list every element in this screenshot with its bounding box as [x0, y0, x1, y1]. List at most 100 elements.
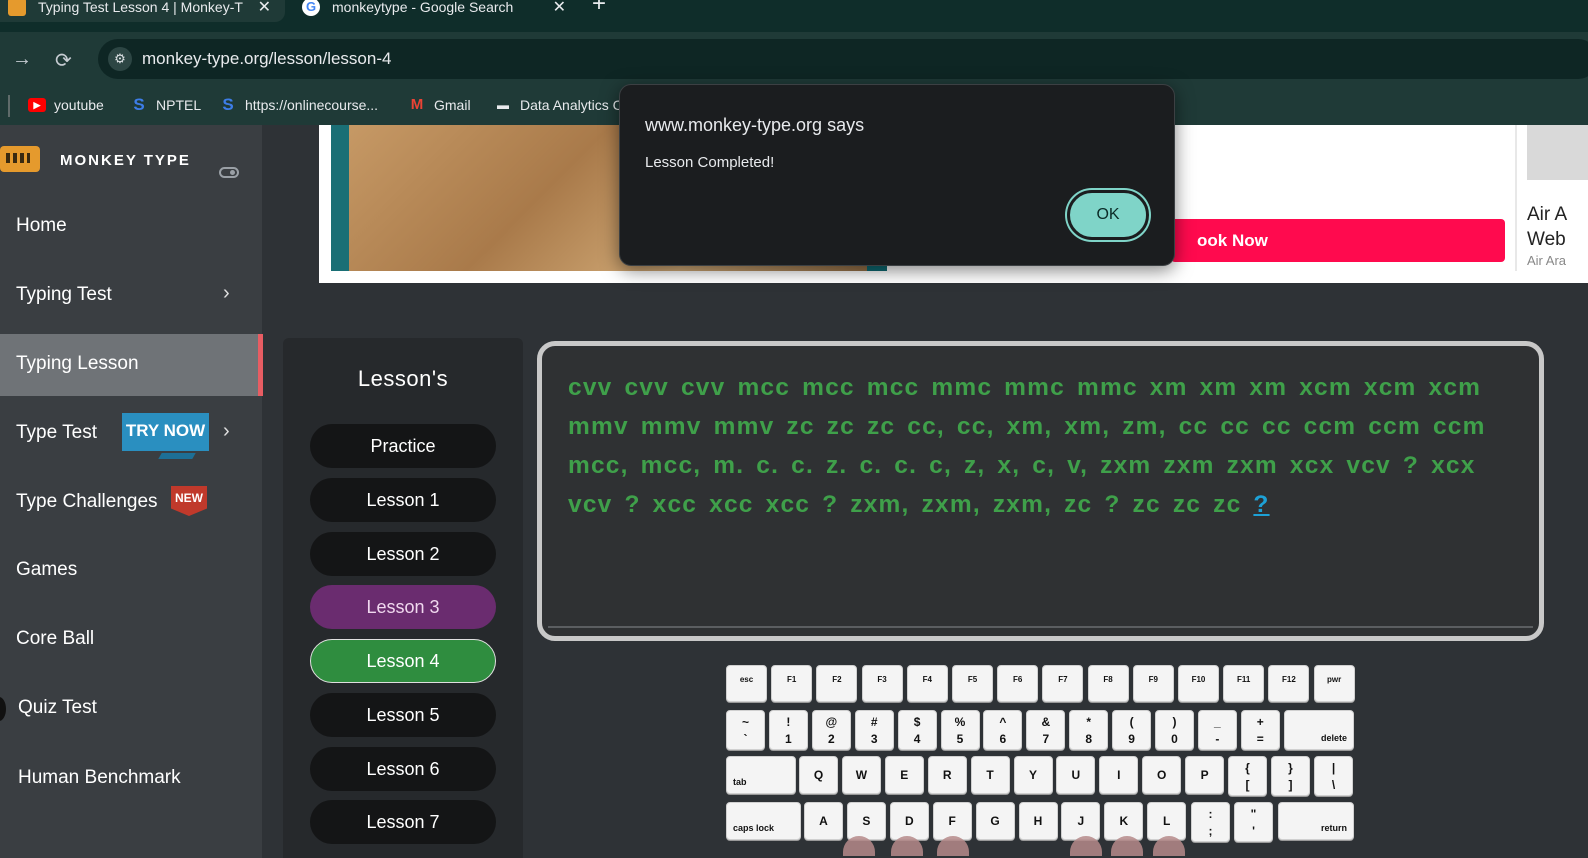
key-label: 0: [1171, 732, 1178, 746]
key-tab: tab: [726, 756, 796, 794]
theme-toggle-icon[interactable]: [219, 167, 239, 178]
sidebar-item-label: Core Ball: [16, 628, 95, 649]
key-f7: F7: [1042, 665, 1084, 702]
key-delete: delete: [1284, 710, 1354, 750]
key-label: #: [870, 715, 878, 729]
url-text: monkey-type.org/lesson/lesson-4: [142, 49, 392, 68]
lesson-button-practice[interactable]: Practice: [310, 424, 496, 468]
lesson-button-4[interactable]: Lesson 4: [310, 639, 496, 683]
sidebar-item-core-ball[interactable]: Core Ball: [0, 609, 260, 671]
key-label: 1: [785, 732, 792, 746]
key-label: F9: [1148, 675, 1158, 684]
key-label: \: [1331, 778, 1336, 792]
lesson-button-7[interactable]: Lesson 7: [310, 800, 496, 844]
swayam-icon: S: [133, 95, 145, 114]
reload-icon[interactable]: ⟳: [55, 48, 72, 73]
bookmark-nptel[interactable]: S NPTEL: [130, 95, 201, 114]
ad-book-now-button[interactable]: ook Now: [1171, 219, 1505, 262]
key-6: ^ 6: [983, 710, 1023, 750]
key-label: ]: [1288, 778, 1293, 792]
ok-button[interactable]: OK: [1067, 190, 1149, 240]
sidebar-item-label: Typing Test: [16, 284, 112, 305]
tab-strip: Typing Test Lesson 4 | Monkey-T ✕ G monk…: [0, 0, 1588, 32]
typing-text: cvv cvv cvv mcc mcc mcc mmc mmc mmc xm x…: [568, 368, 1523, 524]
key-label: F3: [877, 675, 887, 684]
sidebar-item-home[interactable]: Home: [0, 196, 260, 258]
key-e: E: [884, 756, 924, 794]
sidebar-item-typing-test[interactable]: Typing Test ›: [0, 265, 260, 327]
key-pwr: pwr: [1313, 665, 1355, 702]
close-icon[interactable]: ✕: [553, 0, 566, 17]
lesson-button-6[interactable]: Lesson 6: [310, 747, 496, 791]
key-label: W: [855, 768, 868, 782]
sidebar-item-type-challenges[interactable]: Type Challenges NEW: [0, 472, 260, 534]
keyboard-logo-icon[interactable]: [0, 146, 40, 172]
sidebar-item-label: Quiz Test: [18, 697, 97, 718]
lesson-button-5[interactable]: Lesson 5: [310, 693, 496, 737]
key-h: H: [1018, 802, 1058, 840]
key-label: 2: [827, 732, 835, 746]
sidebar-item-quiz-test[interactable]: Quiz Test: [0, 678, 260, 740]
key-label: F7: [1058, 675, 1068, 684]
sidebar-item-typing-lesson[interactable]: Typing Lesson: [0, 334, 263, 396]
key-label: F12: [1281, 675, 1296, 684]
bookmark-youtube[interactable]: ▶ youtube: [28, 97, 104, 113]
lesson-button-1[interactable]: Lesson 1: [310, 478, 496, 522]
key-f10: F10: [1178, 665, 1219, 702]
sidebar-item-label: Type Test: [16, 422, 97, 443]
key-k: K: [1104, 802, 1144, 840]
key-8: * 8: [1069, 710, 1109, 750]
key-label: G: [990, 814, 1000, 828]
lesson-button-3[interactable]: Lesson 3: [310, 585, 496, 629]
sidebar-item-type-test[interactable]: Type Test TRY NOW ›: [0, 403, 260, 465]
site-info-icon[interactable]: ⚙: [108, 47, 132, 71]
url-input[interactable]: ⚙ monkey-type.org/lesson/lesson-4: [98, 39, 1588, 79]
ad-text: Web: [1527, 229, 1566, 250]
tab-typing-test[interactable]: Typing Test Lesson 4 | Monkey-T ✕: [0, 0, 285, 22]
chevron-right-icon: ›: [223, 282, 230, 304]
sidebar-item-label: Home: [16, 215, 67, 236]
key-label: ): [1172, 715, 1177, 729]
key-d: D: [889, 802, 929, 840]
chevron-right-icon: ›: [223, 420, 230, 442]
key-label: I: [1117, 768, 1121, 782]
tab-google-search[interactable]: G monkeytype - Google Search ✕: [290, 0, 580, 22]
key-2: @2: [811, 710, 851, 750]
ad-sponsor: Air Ara: [1527, 253, 1567, 268]
sidebar-item-label: Type Challenges: [16, 491, 158, 512]
sidebar-item-games[interactable]: Games: [0, 540, 260, 602]
key-y: Y: [1013, 756, 1053, 794]
new-tab-button[interactable]: +: [592, 0, 606, 18]
bookmark-data-analytics[interactable]: ▬ Data Analytics C: [494, 97, 623, 113]
lesson-button-2[interactable]: Lesson 2: [310, 532, 496, 576]
bookmark-gmail[interactable]: M Gmail: [408, 97, 471, 113]
forward-icon[interactable]: →: [12, 48, 32, 71]
key-label: F4: [922, 675, 932, 684]
key-7: & 7: [1026, 710, 1066, 750]
key-label: U: [1071, 768, 1081, 782]
sidebar-item-label: Typing Lesson: [16, 353, 139, 374]
key-label: T: [986, 768, 994, 782]
key-label: F: [948, 814, 956, 828]
sidebar-item-human-benchmark[interactable]: Human Benchmark: [0, 748, 260, 810]
dialog-title: www.monkey-type.org says: [645, 115, 865, 135]
bookmark-onlinecourse[interactable]: S https://onlinecourse...: [219, 96, 379, 113]
key-label: ;: [1208, 824, 1213, 838]
key-label: delete: [1320, 733, 1347, 743]
close-icon[interactable]: ✕: [258, 0, 271, 17]
key-f8: F8: [1087, 665, 1129, 702]
google-icon: G: [302, 0, 320, 16]
key-label: 9: [1128, 732, 1135, 746]
key-1: ! 1: [768, 710, 808, 750]
key-symbol: {[: [1228, 756, 1267, 796]
key-f12: F12: [1268, 665, 1310, 702]
typing-area[interactable]: cvv cvv cvv mcc mcc mcc mmc mmc mmc xm x…: [537, 341, 1544, 641]
key--: _ -: [1197, 710, 1237, 750]
new-badge: NEW: [171, 486, 207, 516]
quiz-icon: [0, 697, 6, 721]
sidebar-item-label: Human Benchmark: [18, 767, 181, 788]
key-j: J: [1061, 802, 1101, 840]
brand-name[interactable]: MONKEY TYPE: [60, 152, 191, 169]
key-label: ': [1252, 824, 1255, 838]
bookmark-label: https://onlinecourse...: [245, 97, 379, 113]
